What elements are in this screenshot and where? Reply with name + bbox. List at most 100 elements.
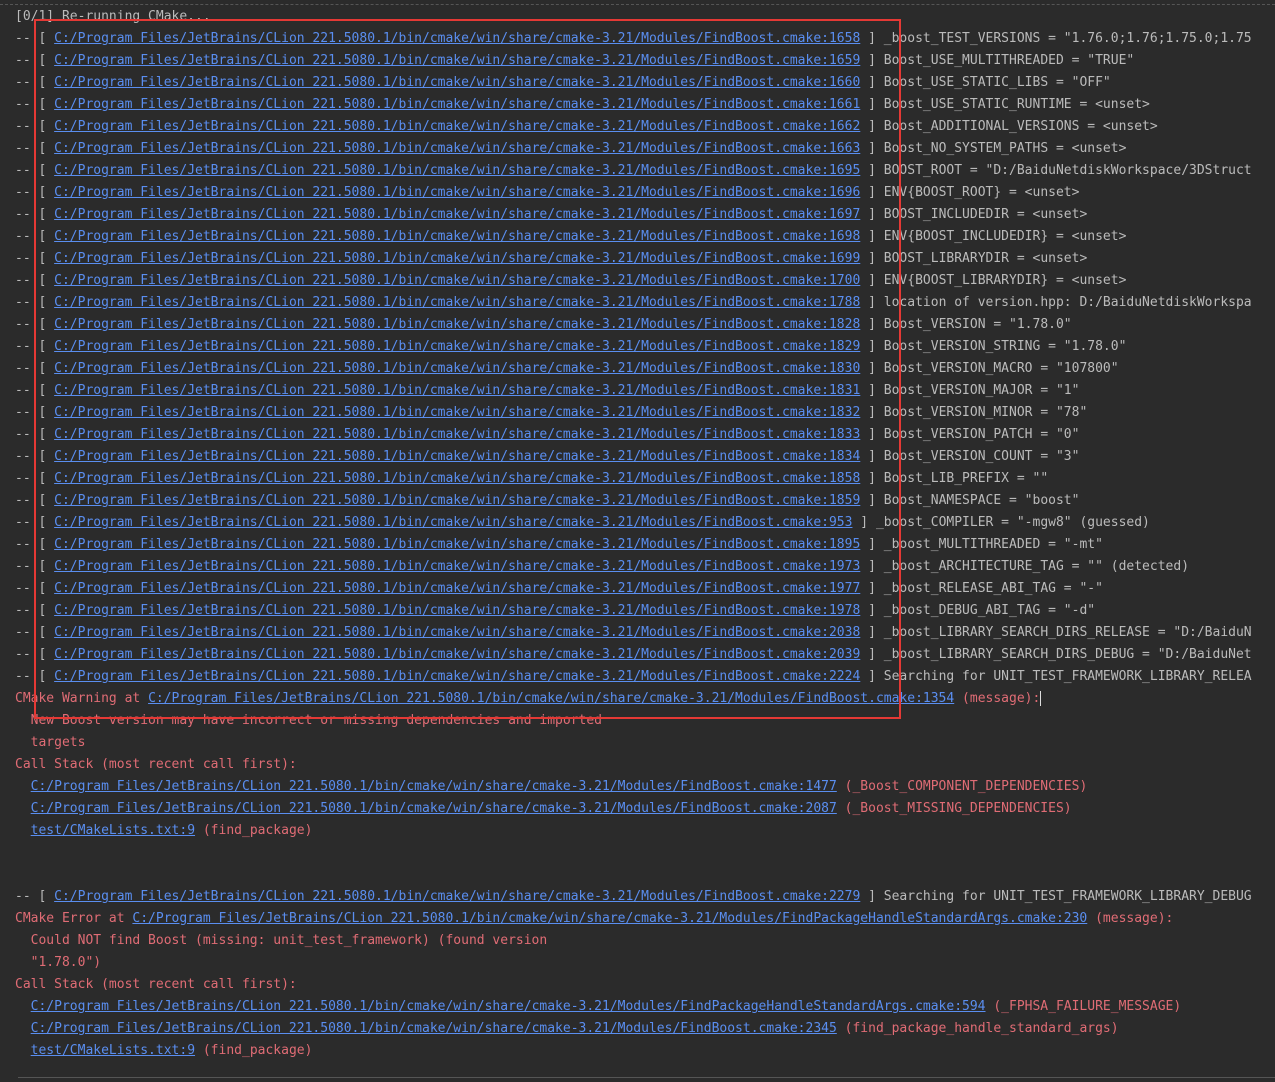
debug-link[interactable]: C:/Program Files/JetBrains/CLion 221.508…	[54, 273, 860, 288]
debug-link[interactable]: C:/Program Files/JetBrains/CLion 221.508…	[54, 647, 860, 662]
call-link[interactable]: test/CMakeLists.txt:9	[31, 823, 195, 838]
call-func: (find_package)	[195, 823, 313, 838]
debug-row: -- [ C:/Program Files/JetBrains/CLion 22…	[15, 402, 1087, 424]
debug-suffix: ]	[860, 317, 884, 332]
debug-prefix: -- [	[15, 603, 55, 618]
debug-suffix: ]	[860, 97, 884, 112]
debug-link[interactable]: C:/Program Files/JetBrains/CLion 221.508…	[54, 339, 860, 354]
debug-link[interactable]: C:/Program Files/JetBrains/CLion 221.508…	[54, 163, 860, 178]
debug-row: -- [ C:/Program Files/JetBrains/CLion 22…	[15, 116, 1158, 138]
debug-row: -- [ C:/Program Files/JetBrains/CLion 22…	[15, 490, 1079, 512]
debug-link[interactable]: C:/Program Files/JetBrains/CLion 221.508…	[54, 383, 860, 398]
debug-link[interactable]: C:/Program Files/JetBrains/CLion 221.508…	[54, 119, 860, 134]
debug-text: Boost_USE_STATIC_LIBS = "OFF"	[883, 75, 1111, 90]
debug-link[interactable]: C:/Program Files/JetBrains/CLion 221.508…	[54, 581, 860, 596]
debug-row: -- [ C:/Program Files/JetBrains/CLion 22…	[15, 512, 1150, 534]
call-func: (_Boost_COMPONENT_DEPENDENCIES)	[836, 779, 1088, 794]
debug-link[interactable]: C:/Program Files/JetBrains/CLion 221.508…	[54, 889, 860, 904]
call-link[interactable]: C:/Program Files/JetBrains/CLion 221.508…	[31, 999, 986, 1014]
call-func: (_FPHSA_FAILURE_MESSAGE)	[985, 999, 1182, 1014]
debug-link[interactable]: C:/Program Files/JetBrains/CLion 221.508…	[54, 317, 860, 332]
debug-link[interactable]: C:/Program Files/JetBrains/CLion 221.508…	[54, 669, 860, 684]
warning-link[interactable]: C:/Program Files/JetBrains/CLion 221.508…	[148, 691, 954, 706]
debug-prefix: -- [	[15, 53, 55, 68]
debug-link[interactable]: C:/Program Files/JetBrains/CLion 221.508…	[54, 405, 860, 420]
debug-suffix: ]	[860, 383, 884, 398]
debug-prefix: -- [	[15, 317, 55, 332]
debug-prefix: -- [	[15, 493, 55, 508]
error-link[interactable]: C:/Program Files/JetBrains/CLion 221.508…	[132, 911, 1087, 926]
debug-prefix: -- [	[15, 515, 55, 530]
warning-call-row: C:/Program Files/JetBrains/CLion 221.508…	[15, 798, 1072, 820]
cmake-output-console[interactable]: [0/1] Re-running CMake... -- [ C:/Progra…	[0, 0, 1275, 1082]
debug-text: ENV{BOOST_INCLUDEDIR} = <unset>	[883, 229, 1127, 244]
debug-text: Boost_USE_MULTITHREADED = "TRUE"	[883, 53, 1135, 68]
debug-row: -- [ C:/Program Files/JetBrains/CLion 22…	[15, 248, 1087, 270]
debug-prefix: -- [	[15, 449, 55, 464]
debug-suffix: ]	[860, 669, 884, 684]
debug-link[interactable]: C:/Program Files/JetBrains/CLion 221.508…	[54, 229, 860, 244]
debug-link[interactable]: C:/Program Files/JetBrains/CLion 221.508…	[54, 251, 860, 266]
debug-row: -- [ C:/Program Files/JetBrains/CLion 22…	[15, 226, 1126, 248]
debug-row: -- [ C:/Program Files/JetBrains/CLion 22…	[15, 556, 1189, 578]
debug-row: -- [ C:/Program Files/JetBrains/CLion 22…	[15, 336, 1126, 358]
debug-suffix: ]	[860, 427, 884, 442]
debug-prefix: -- [	[15, 361, 55, 376]
debug-link[interactable]: C:/Program Files/JetBrains/CLion 221.508…	[54, 295, 860, 310]
debug-text: BOOST_ROOT = "D:/BaiduNetdiskWorkspace/3…	[883, 163, 1252, 178]
debug-link[interactable]: C:/Program Files/JetBrains/CLion 221.508…	[54, 515, 852, 530]
debug-link[interactable]: C:/Program Files/JetBrains/CLion 221.508…	[54, 97, 860, 112]
debug-link[interactable]: C:/Program Files/JetBrains/CLion 221.508…	[54, 141, 860, 156]
debug-link[interactable]: C:/Program Files/JetBrains/CLion 221.508…	[54, 185, 860, 200]
debug-link[interactable]: C:/Program Files/JetBrains/CLion 221.508…	[54, 361, 860, 376]
call-link[interactable]: C:/Program Files/JetBrains/CLion 221.508…	[31, 801, 837, 816]
error-call-row: C:/Program Files/JetBrains/CLion 221.508…	[15, 996, 1182, 1018]
debug-link[interactable]: C:/Program Files/JetBrains/CLion 221.508…	[54, 471, 860, 486]
debug-link[interactable]: C:/Program Files/JetBrains/CLion 221.508…	[54, 31, 860, 46]
debug-row: -- [ C:/Program Files/JetBrains/CLion 22…	[15, 358, 1119, 380]
debug-text: Boost_VERSION_MACRO = "107800"	[883, 361, 1119, 376]
debug-link[interactable]: C:/Program Files/JetBrains/CLion 221.508…	[54, 537, 860, 552]
debug-link[interactable]: C:/Program Files/JetBrains/CLion 221.508…	[54, 53, 860, 68]
error-header: CMake Error at C:/Program Files/JetBrain…	[15, 908, 1173, 930]
debug-prefix: -- [	[15, 273, 55, 288]
call-func: (_Boost_MISSING_DEPENDENCIES)	[836, 801, 1072, 816]
debug-text: ENV{BOOST_LIBRARYDIR} = <unset>	[883, 273, 1127, 288]
debug-link[interactable]: C:/Program Files/JetBrains/CLion 221.508…	[54, 493, 860, 508]
debug-prefix: -- [	[15, 427, 55, 442]
error-message-line: "1.78.0")	[15, 955, 102, 970]
debug-suffix: ]	[860, 581, 884, 596]
debug-prefix: -- [	[15, 339, 55, 354]
call-link[interactable]: C:/Program Files/JetBrains/CLion 221.508…	[31, 1021, 837, 1036]
debug-prefix: -- [	[15, 405, 55, 420]
debug-prefix: -- [	[15, 229, 55, 244]
debug-link[interactable]: C:/Program Files/JetBrains/CLion 221.508…	[54, 75, 860, 90]
debug-prefix: -- [	[15, 669, 55, 684]
debug-link[interactable]: C:/Program Files/JetBrains/CLion 221.508…	[54, 559, 860, 574]
call-link[interactable]: test/CMakeLists.txt:9	[31, 1043, 195, 1058]
debug-row: -- [ C:/Program Files/JetBrains/CLion 22…	[15, 622, 1252, 644]
debug-text: _boost_ARCHITECTURE_TAG = "" (detected)	[883, 559, 1190, 574]
debug-row: -- [ C:/Program Files/JetBrains/CLion 22…	[15, 534, 1103, 556]
debug-prefix: -- [	[15, 185, 55, 200]
debug-prefix: -- [	[15, 295, 55, 310]
debug-link[interactable]: C:/Program Files/JetBrains/CLion 221.508…	[54, 603, 860, 618]
warning-call-row: test/CMakeLists.txt:9 (find_package)	[15, 820, 313, 842]
error-callstack-header: Call Stack (most recent call first):	[15, 977, 297, 992]
debug-text: _boost_LIBRARY_SEARCH_DIRS_DEBUG = "D:/B…	[883, 647, 1252, 662]
debug-prefix: -- [	[15, 251, 55, 266]
debug-text: _boost_RELEASE_ABI_TAG = "-"	[883, 581, 1103, 596]
debug-link[interactable]: C:/Program Files/JetBrains/CLion 221.508…	[54, 207, 860, 222]
debug-suffix: ]	[860, 207, 884, 222]
call-link[interactable]: C:/Program Files/JetBrains/CLion 221.508…	[31, 779, 837, 794]
debug-suffix: ]	[860, 251, 884, 266]
debug-row: -- [ C:/Program Files/JetBrains/CLion 22…	[15, 28, 1252, 50]
debug-text: Boost_VERSION_MINOR = "78"	[883, 405, 1088, 420]
debug-text: Boost_VERSION_MAJOR = "1"	[883, 383, 1080, 398]
debug-link[interactable]: C:/Program Files/JetBrains/CLion 221.508…	[54, 427, 860, 442]
debug-prefix: -- [	[15, 207, 55, 222]
debug-link[interactable]: C:/Program Files/JetBrains/CLion 221.508…	[54, 625, 860, 640]
debug-row: -- [ C:/Program Files/JetBrains/CLion 22…	[15, 50, 1134, 72]
debug-link[interactable]: C:/Program Files/JetBrains/CLion 221.508…	[54, 449, 860, 464]
debug-row: -- [ C:/Program Files/JetBrains/CLion 22…	[15, 314, 1072, 336]
